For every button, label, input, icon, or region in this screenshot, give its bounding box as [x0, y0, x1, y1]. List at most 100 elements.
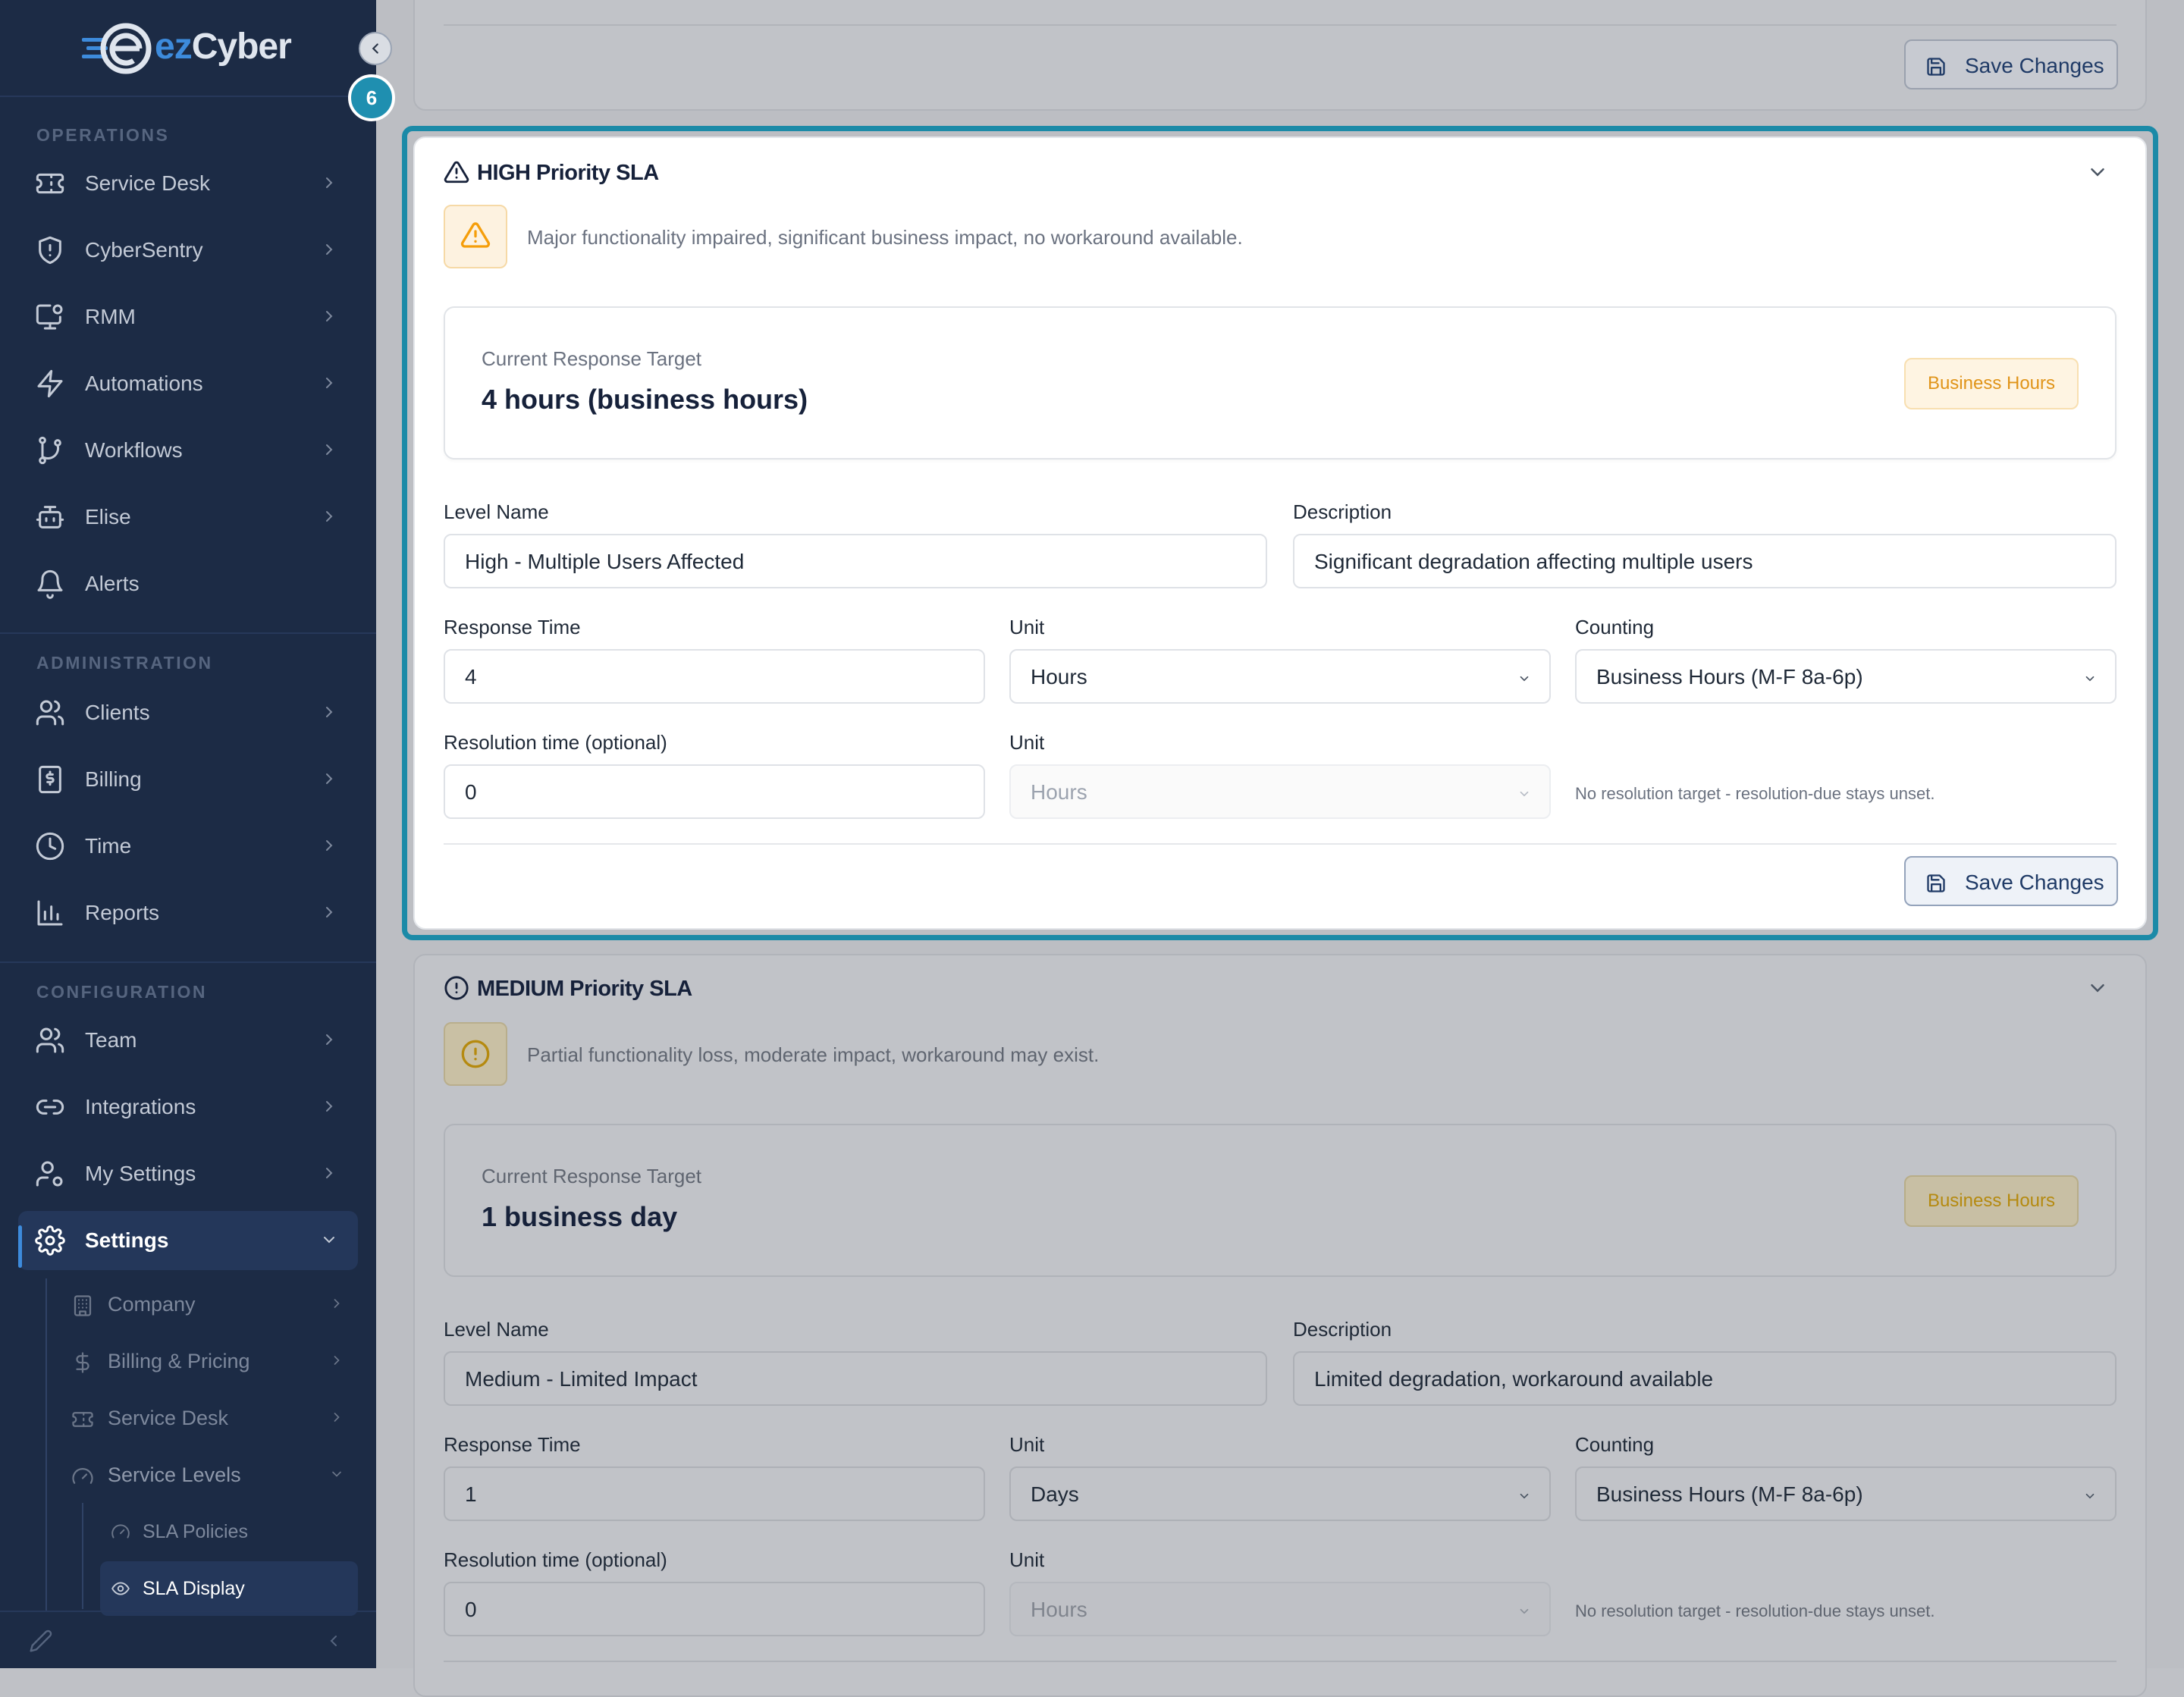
user-cog-icon: [35, 1159, 65, 1189]
collapse-sidebar-icon[interactable]: [325, 1632, 343, 1650]
brand-logo-icon: [82, 18, 155, 79]
sidebar-subitem-service-levels[interactable]: Service Levels: [59, 1450, 358, 1498]
resolution-time-input[interactable]: 0: [444, 1582, 985, 1636]
chevron-right-icon: [329, 1353, 344, 1368]
chevron-down-icon[interactable]: [2086, 977, 2109, 999]
alert-circle-icon: [444, 975, 469, 1001]
lightning-icon: [35, 369, 65, 399]
sidebar-subitem-label: SLA Display: [143, 1578, 245, 1599]
sidebar-item-reports[interactable]: Reports: [18, 883, 358, 943]
sidebar-item-alerts[interactable]: Alerts: [18, 554, 358, 613]
sidebar-item-label: Clients: [85, 701, 150, 724]
chevron-right-icon: [320, 703, 338, 721]
chevron-right-icon: [320, 770, 338, 788]
sidebar-subitem-billing-pricing[interactable]: Billing & Pricing: [59, 1336, 358, 1385]
priority-icon-box: [444, 1022, 507, 1086]
bar-chart-icon: [35, 898, 65, 928]
sla-card-medium: MEDIUM Priority SLA Partial functionalit…: [413, 954, 2147, 1697]
sidebar-subitem-label: Service Levels: [108, 1463, 241, 1486]
unit-select-value: Days: [1031, 1482, 1079, 1506]
card-divider: [444, 1661, 2117, 1662]
chevron-down-icon: [320, 1231, 338, 1249]
eye-icon: [111, 1579, 130, 1598]
chevron-right-icon: [320, 1030, 338, 1049]
tree-line: [46, 1278, 47, 1612]
sidebar-item-elise[interactable]: Elise: [18, 488, 358, 547]
response-time-input[interactable]: 1: [444, 1466, 985, 1521]
focus-highlight: [402, 126, 2158, 940]
chevron-right-icon: [320, 903, 338, 921]
sidebar-item-label: My Settings: [85, 1162, 196, 1185]
sidebar-item-automations[interactable]: Automations: [18, 354, 358, 413]
unit-label: Unit: [1009, 1433, 1045, 1456]
sidebar-toggle-button[interactable]: [359, 32, 392, 65]
chevron-down-icon: [1517, 1604, 1531, 1618]
receipt-dollar-icon: [35, 764, 65, 795]
ticket-icon: [71, 1408, 94, 1431]
gauge-icon: [111, 1522, 130, 1542]
sidebar: ezCyber OPERATIONS Service Desk CyberSen…: [0, 0, 376, 1668]
sidebar-subitem-company[interactable]: Company: [59, 1279, 358, 1328]
shield-alert-icon: [35, 235, 65, 265]
active-indicator: [18, 1225, 22, 1268]
sidebar-item-workflows[interactable]: Workflows: [18, 421, 358, 480]
sidebar-item-my-settings[interactable]: My Settings: [18, 1144, 358, 1203]
description-input[interactable]: Limited degradation, workaround availabl…: [1293, 1351, 2117, 1406]
sidebar-item-label: CyberSentry: [85, 238, 203, 262]
sidebar-item-integrations[interactable]: Integrations: [18, 1077, 358, 1137]
edit-icon[interactable]: [29, 1629, 53, 1653]
sidebar-subitem-label: Company: [108, 1293, 196, 1316]
brand-name: ezCyber: [155, 27, 292, 67]
save-changes-button[interactable]: Save Changes: [1904, 39, 2118, 89]
sidebar-subitem-service-desk[interactable]: Service Desk: [59, 1393, 358, 1441]
resolution-unit-select: Hours: [1009, 1582, 1551, 1636]
chevron-right-icon: [320, 174, 338, 192]
sidebar-divider: [0, 96, 376, 97]
sidebar-item-team[interactable]: Team: [18, 1011, 358, 1070]
sidebar-item-label: Time: [85, 834, 132, 858]
chevron-right-icon: [320, 1164, 338, 1182]
sidebar-divider: [0, 632, 376, 634]
section-administration: ADMINISTRATION: [36, 653, 213, 673]
sidebar-item-label: Workflows: [85, 438, 183, 462]
users-icon: [35, 1025, 65, 1056]
monitor-cog-icon: [35, 302, 65, 332]
sidebar-item-service-desk[interactable]: Service Desk: [18, 154, 358, 213]
clock-icon: [35, 831, 65, 861]
counting-label: Counting: [1575, 1433, 1655, 1456]
target-label: Current Response Target: [482, 1165, 702, 1187]
section-configuration: CONFIGURATION: [36, 982, 208, 1002]
counting-select-value: Business Hours (M-F 8a-6p): [1596, 1482, 1863, 1506]
chevron-down-icon: [1517, 1489, 1531, 1503]
chevron-right-icon: [320, 374, 338, 392]
target-value: 1 business day: [482, 1201, 678, 1232]
chevron-right-icon: [320, 507, 338, 525]
sidebar-item-label: Integrations: [85, 1095, 196, 1118]
sidebar-item-label: RMM: [85, 305, 136, 328]
sidebar-item-clients[interactable]: Clients: [18, 683, 358, 742]
chevron-right-icon: [320, 307, 338, 325]
counting-select[interactable]: Business Hours (M-F 8a-6p): [1575, 1466, 2117, 1521]
sidebar-subitem-sla-policies[interactable]: SLA Policies: [100, 1507, 358, 1555]
sidebar-subitem-label: Billing & Pricing: [108, 1350, 250, 1372]
save-icon: [1925, 56, 1947, 77]
sidebar-item-rmm[interactable]: RMM: [18, 287, 358, 347]
building-icon: [71, 1294, 94, 1317]
sidebar-item-settings[interactable]: Settings: [18, 1211, 358, 1270]
ticket-icon: [35, 168, 65, 199]
section-operations: OPERATIONS: [36, 125, 170, 145]
sidebar-subitem-sla-display[interactable]: SLA Display: [100, 1561, 358, 1616]
sidebar-item-cybersentry[interactable]: CyberSentry: [18, 221, 358, 280]
sidebar-item-label: Reports: [85, 901, 160, 924]
sidebar-item-time[interactable]: Time: [18, 817, 358, 876]
resolution-unit-value: Hours: [1031, 1598, 1087, 1621]
sidebar-item-label: Settings: [85, 1228, 169, 1252]
chevron-down-icon: [2083, 1489, 2097, 1503]
unit-select[interactable]: Days: [1009, 1466, 1551, 1521]
sidebar-item-label: Automations: [85, 372, 203, 395]
git-branch-icon: [35, 435, 65, 466]
sidebar-item-billing[interactable]: Billing: [18, 750, 358, 809]
level-name-input[interactable]: Medium - Limited Impact: [444, 1351, 1267, 1406]
resolution-unit-label: Unit: [1009, 1548, 1045, 1571]
sidebar-item-label: Service Desk: [85, 171, 210, 195]
